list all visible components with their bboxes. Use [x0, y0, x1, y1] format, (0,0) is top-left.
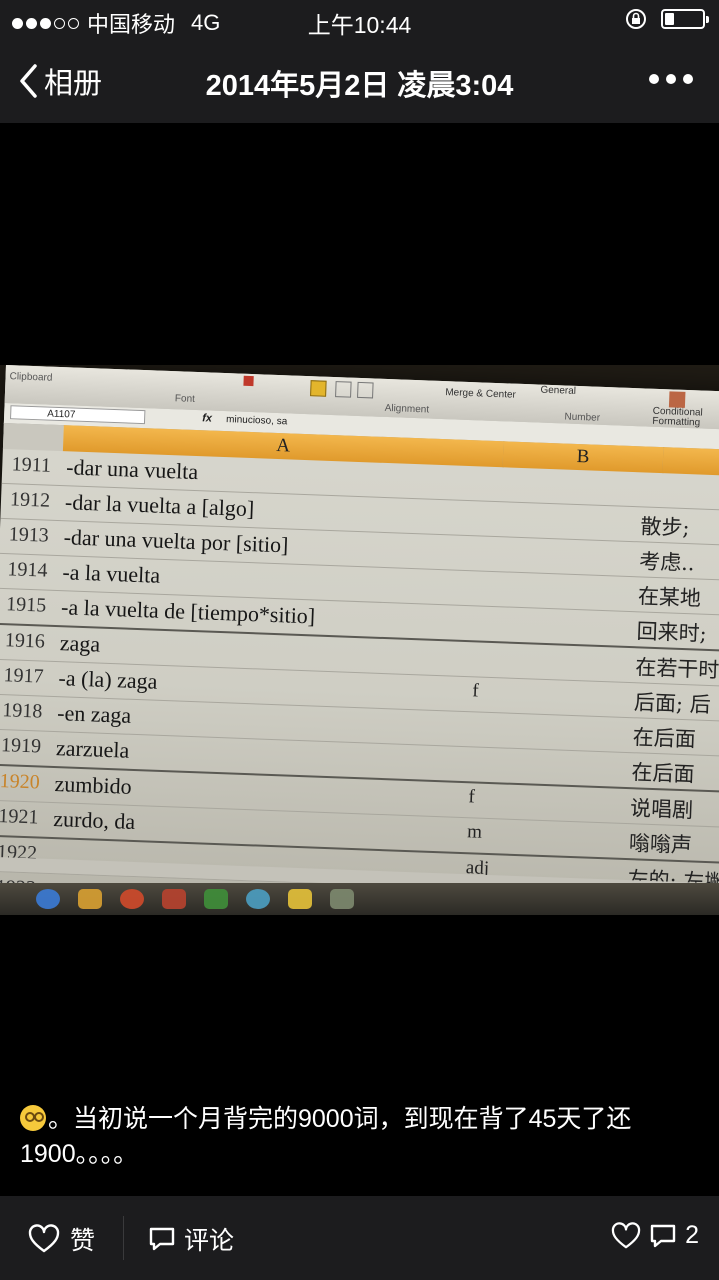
app-icon [330, 889, 354, 909]
cell-c: 在后面 [632, 725, 697, 752]
photo-viewer[interactable]: Clipboard Font Alignment Merge & Center … [0, 365, 719, 915]
comment-count: 2 [685, 1221, 699, 1249]
conditional-formatting-icon [668, 391, 686, 408]
cell-b: f [471, 680, 480, 702]
ribbon-number: Number [564, 411, 601, 424]
app-icon [246, 889, 270, 909]
row-number: 1914 [7, 558, 48, 582]
select-all-corner [2, 422, 64, 452]
emoji-face-icon [20, 1105, 46, 1131]
cell-a: zarzuela [55, 735, 130, 763]
row-number: 1917 [3, 664, 45, 688]
align-left-icon [310, 380, 327, 397]
cell-c: 后面; 后 [633, 690, 712, 718]
ribbon-font: Font [174, 393, 196, 405]
battery-icon [661, 9, 709, 29]
row-number: 1920 [0, 770, 41, 794]
cell-c: 考虑.. [638, 549, 695, 576]
cell-a: -en zaga [56, 700, 132, 728]
status-right [625, 8, 709, 30]
ribbon-conditional-formatting: Conditional Formatting [652, 405, 703, 429]
formula-value: minucioso, sa [225, 414, 288, 428]
dot-icon [683, 74, 693, 84]
like-label: 赞 [70, 1227, 96, 1255]
fx-icon: fx [201, 412, 213, 425]
cell-b: f [468, 786, 476, 808]
cell-a: -dar una vuelta por [sitio] [63, 524, 289, 558]
ribbon-merge-center: Merge & Center [445, 387, 517, 401]
ribbon-alignment: Alignment [384, 402, 430, 416]
divider [123, 1216, 124, 1260]
browser-icon [120, 889, 144, 909]
cell-a: -dar la vuelta a [algo] [64, 489, 255, 522]
bottom-bar: 赞 评论 2 [0, 1196, 719, 1280]
cell-c: 散步; [640, 514, 690, 541]
dot-icon [649, 74, 659, 84]
row-number: 1919 [0, 734, 42, 758]
start-button-icon [36, 889, 60, 909]
cell-a: zurdo, da [52, 806, 136, 835]
row-number: 1921 [0, 805, 39, 829]
heart-icon [611, 1221, 641, 1248]
cell-a: zaga [59, 630, 101, 657]
ribbon-number-format: General [540, 384, 577, 397]
comment-icon [650, 1224, 676, 1247]
cell-c: 在后面 [631, 760, 695, 787]
likes-comments-summary[interactable]: 2 [611, 1221, 699, 1250]
photo-spreadsheet: Clipboard Font Alignment Merge & Center … [0, 365, 719, 915]
cell-a: -a la vuelta de [tiempo*sitio] [60, 594, 316, 629]
row-number: 1912 [9, 488, 51, 512]
like-button[interactable]: 赞 [28, 1221, 95, 1257]
orientation-lock-icon [626, 9, 646, 29]
align-right-icon [357, 381, 374, 399]
heart-icon [28, 1224, 60, 1253]
status-time: 上午10:44 [307, 12, 412, 38]
align-center-icon [335, 381, 352, 398]
cell-a: -a (la) zaga [58, 665, 158, 694]
cell-reference: A1107 [10, 405, 146, 425]
font-color-icon [243, 375, 254, 387]
photo-caption: 。当初说一个月背完的9000词，到现在背了45天了还1900。。。。 [20, 1102, 700, 1172]
ribbon-clipboard: Clipboard [9, 371, 53, 384]
cell-b: m [466, 821, 483, 843]
dot-icon [666, 74, 676, 84]
status-bar: 中国移动 4G 上午10:44 [0, 0, 719, 40]
row-number: 1915 [5, 593, 47, 617]
page-title: 2014年5月2日 凌晨3:04 [205, 70, 514, 102]
excel-icon [204, 889, 228, 909]
cell-c: 在若干时 [634, 655, 719, 683]
cell-c: 说唱剧 [629, 796, 694, 823]
app-icon [288, 889, 312, 909]
cell-a: -dar una vuelta [65, 454, 199, 485]
cell-a: zumbido [54, 771, 133, 799]
row-number: 1916 [4, 629, 46, 653]
cell-c: 嗡嗡声 [628, 831, 693, 858]
folder-icon [78, 889, 102, 909]
comment-label: 评论 [184, 1227, 235, 1255]
row-number: 1913 [8, 523, 50, 547]
powerpoint-icon [162, 889, 186, 909]
row-number: 1911 [11, 453, 52, 477]
spreadsheet-rows: 1911 -dar una vuelta 1912 -dar la vuelta a … [0, 448, 719, 915]
caption-text: 。当初说一个月背完的9000词，到现在背了45天了还1900。。。。 [20, 1105, 632, 1168]
cell-c: 在某地 [637, 584, 702, 611]
row-number: 1918 [1, 699, 43, 723]
nav-bar: 相册 2014年5月2日 凌晨3:04 [0, 40, 719, 123]
cell-c: 回来时; [636, 619, 708, 646]
more-options-button[interactable] [649, 74, 693, 84]
battery-fill [665, 13, 674, 25]
column-header-c [662, 447, 719, 477]
photo-taskbar [0, 883, 719, 915]
comment-button[interactable]: 评论 [148, 1221, 234, 1257]
cell-a: -a la vuelta [62, 559, 161, 588]
comment-icon [149, 1227, 175, 1251]
